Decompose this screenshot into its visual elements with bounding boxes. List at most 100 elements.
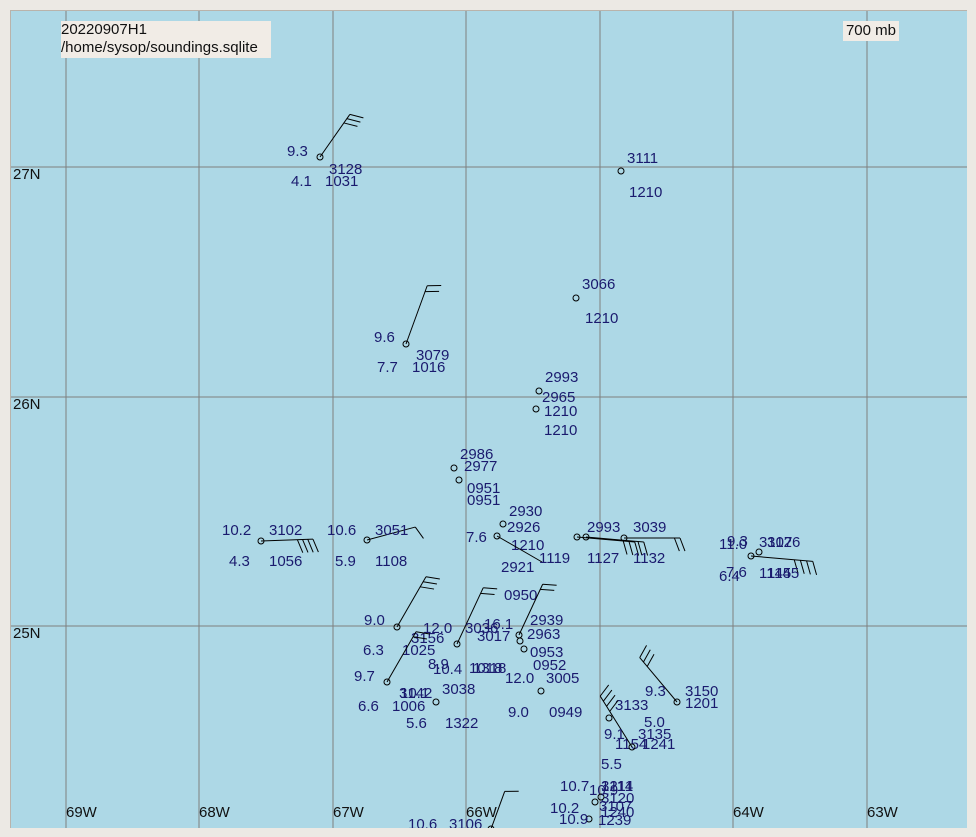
station-time: 1241 — [642, 736, 675, 753]
wind-barb-feather — [679, 537, 686, 552]
wind-barb-feather — [414, 526, 424, 539]
wind-barb-feather — [420, 586, 435, 590]
wind-barb-staff — [396, 576, 427, 628]
wind-barb-feather — [349, 113, 364, 119]
station-time: 1210 — [544, 422, 577, 439]
wind-barb-feather — [302, 539, 309, 553]
station-plot[interactable]: 9.67.730791016 — [374, 285, 449, 376]
wind-barb-staff — [405, 285, 428, 345]
station-plot[interactable]: 3066 1210 — [572, 276, 618, 327]
station-circle — [591, 798, 599, 806]
station-height: 2993 — [587, 519, 620, 536]
station-temperature: 10.2 — [222, 522, 251, 539]
station-plot[interactable]: 10.2 4.3 3102 1056 — [222, 522, 319, 570]
wind-barb-feather — [312, 538, 319, 553]
station-height: 3102 — [269, 522, 302, 539]
station-time: 0951 — [467, 492, 500, 509]
station-temperature: 9.7 — [354, 668, 375, 685]
wind-barb-feather — [646, 653, 655, 667]
wind-barb-feather — [606, 694, 616, 707]
station-plot[interactable]: 10.6 5.9 3051 1108 — [327, 522, 424, 570]
run-info-box: 20220907H1 /home/sysop/soundings.sqlite — [61, 21, 271, 58]
station-temperature: 10.6 — [408, 816, 437, 828]
station-time: 1145 — [767, 565, 799, 582]
wind-barb-feather — [639, 645, 647, 658]
station-circle — [450, 464, 458, 472]
lat-label-26n: 26N — [13, 396, 41, 413]
station-time: 1056 — [269, 553, 302, 570]
wind-barb-feather — [602, 689, 613, 702]
station-circle — [532, 405, 540, 413]
station-circle — [516, 637, 524, 645]
station-height: 3111 — [627, 150, 658, 167]
station-height: 3126 — [767, 534, 800, 551]
station-circle — [537, 687, 545, 695]
lon-label-69w: 69W — [66, 804, 98, 821]
station-temperature: 12.0 — [505, 670, 534, 687]
station-plot[interactable]: 9.34.131281031 — [287, 113, 364, 190]
station-time: 1108 — [375, 553, 407, 570]
station-temperature: 5.5 — [601, 756, 622, 773]
station-height: 2926 — [507, 519, 540, 536]
station-temperature: 7.6 — [466, 529, 487, 546]
station-height: 3005 — [546, 670, 579, 687]
database-path: /home/sysop/soundings.sqlite — [61, 39, 258, 56]
wind-barb-feather — [480, 592, 495, 595]
station-dewpoint: 7.6 — [726, 564, 747, 581]
station-height: 3066 — [582, 276, 615, 293]
station-time: 1210 — [585, 310, 618, 327]
station-dewpoint: 4.1 — [291, 173, 312, 190]
station-plot[interactable]: 10.210.931071239 — [550, 798, 632, 828]
lon-label-68w: 68W — [199, 804, 231, 821]
station-height: 3039 — [633, 519, 666, 536]
station-dewpoint: 5.9 — [335, 553, 356, 570]
station-height: 3017 — [477, 628, 510, 645]
station-plot[interactable]: 9.35.031501201 — [639, 645, 719, 731]
station-height: 2921 — [501, 559, 534, 576]
lat-label-25n: 25N — [13, 625, 41, 642]
station-height: 2963 — [527, 626, 560, 643]
wind-barb-feather — [423, 581, 437, 585]
wind-barb-feather — [812, 561, 818, 576]
station-time: 1132 — [633, 550, 665, 567]
wind-barb-feather — [799, 560, 805, 574]
station-plots: 9.34.13128103131111210306612109.67.73079… — [222, 113, 818, 828]
station-time: 1322 — [445, 715, 478, 732]
station-plot[interactable]: 10.6 3106 — [408, 790, 519, 828]
wind-barb-feather — [483, 587, 498, 590]
station-plot[interactable]: 9.06.331561025 — [363, 576, 444, 659]
station-dewpoint: 6.6 — [358, 698, 379, 715]
map-canvas[interactable]: 27N 26N 25N 69W 68W 67W 66W 64W 63W 9.3 4… — [10, 10, 967, 828]
station-height: 3051 — [375, 522, 408, 539]
station-time: 1318 — [473, 660, 506, 677]
station-dewpoint: 9.0 — [508, 704, 529, 721]
station-temperature: 9.3 — [287, 143, 308, 160]
station-temperature: 10.7 — [560, 778, 589, 795]
station-plot[interactable]: 3111 1210 — [617, 150, 662, 201]
station-dewpoint: 5.6 — [406, 715, 427, 732]
station-time: 1119 — [539, 550, 570, 567]
station-circle — [432, 698, 440, 706]
wind-barb-feather — [346, 118, 361, 123]
wind-barb-staff — [750, 555, 813, 562]
station-dewpoint: 4.3 — [229, 553, 250, 570]
station-temperature: 9.6 — [374, 329, 395, 346]
station-height: 3133 — [615, 697, 648, 714]
station-temperature: 9.0 — [364, 612, 385, 629]
wind-barb-feather — [542, 583, 557, 586]
station-height: 3038 — [442, 681, 475, 698]
pressure-level-badge: 700 mb — [843, 21, 899, 41]
wind-barb-staff — [319, 114, 351, 158]
run-id: 20220907H1 — [61, 21, 147, 38]
station-plot[interactable]: 3039 1132 — [620, 519, 686, 567]
wind-barb-feather — [599, 684, 610, 697]
station-plot[interactable]: 12.0 9.0 3005 0949 — [505, 670, 582, 721]
station-temperature: 10.1 — [400, 685, 429, 702]
station-time: 1210 — [629, 184, 662, 201]
wind-barb-feather — [643, 649, 651, 663]
station-dewpoint: 6.3 — [363, 642, 384, 659]
wind-barb-feather — [425, 576, 440, 580]
station-time: 1239 — [598, 812, 631, 828]
wind-barb-staff — [260, 538, 313, 542]
station-circle — [520, 645, 528, 653]
